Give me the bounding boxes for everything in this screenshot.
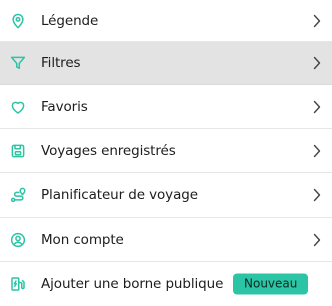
menu-item-label: Ajouter une borne publique <box>41 276 224 292</box>
menu-item-label: Mon compte <box>41 231 124 248</box>
side-menu: Légende Filtres Favoris Voyages enregist… <box>0 0 332 306</box>
chevron-right-icon <box>313 14 321 28</box>
menu-item-label: Planificateur de voyage <box>41 187 198 203</box>
heart-icon <box>9 98 27 116</box>
route-icon <box>9 186 27 204</box>
chevron-right-icon <box>313 144 321 158</box>
save-icon <box>9 142 27 160</box>
menu-item-label: Favoris <box>41 98 88 115</box>
menu-item-ajouter-borne[interactable]: Ajouter une borne publique Nouveau <box>0 262 332 306</box>
menu-item-label: Voyages enregistrés <box>41 142 176 159</box>
account-icon <box>9 231 27 249</box>
menu-item-label: Légende <box>41 12 99 29</box>
menu-item-filtres[interactable]: Filtres <box>0 42 332 85</box>
menu-item-label: Filtres <box>41 55 81 71</box>
charging-station-icon <box>9 275 27 293</box>
map-pin-icon <box>9 12 27 30</box>
chevron-right-icon <box>313 56 321 70</box>
filter-icon <box>9 54 27 72</box>
chevron-right-icon <box>313 100 321 114</box>
menu-item-favoris[interactable]: Favoris <box>0 85 332 129</box>
menu-item-mon-compte[interactable]: Mon compte <box>0 218 332 262</box>
chevron-right-icon <box>313 188 321 202</box>
menu-item-legende[interactable]: Légende <box>0 0 332 42</box>
menu-item-voyages-enregistres[interactable]: Voyages enregistrés <box>0 129 332 173</box>
chevron-right-icon <box>313 233 321 247</box>
menu-item-planificateur[interactable]: Planificateur de voyage <box>0 173 332 218</box>
new-badge: Nouveau <box>233 273 309 295</box>
